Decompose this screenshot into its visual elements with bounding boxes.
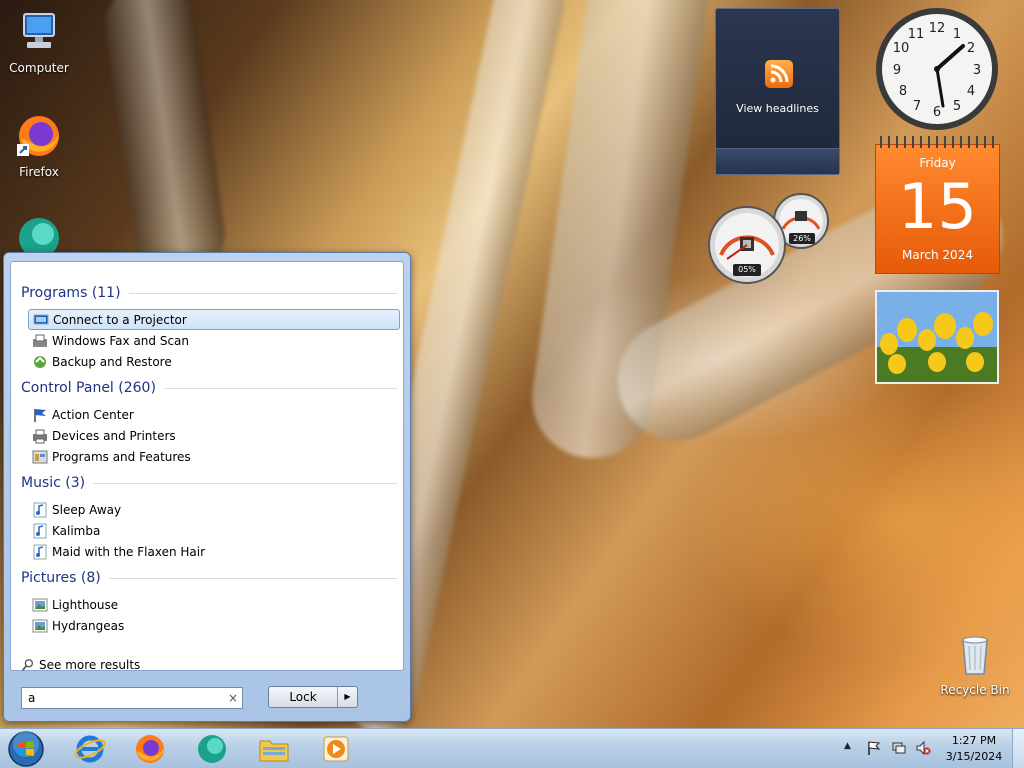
svg-text:11: 11 [908, 27, 925, 42]
calendar-month-year: March 2024 [902, 248, 973, 262]
firefox-icon [136, 735, 164, 763]
taskbar-file-explorer[interactable] [256, 731, 292, 767]
result-windows-fax-and-scan[interactable]: Windows Fax and Scan [28, 330, 400, 351]
lock-button-label[interactable]: Lock [269, 687, 337, 707]
gadget-footer [716, 148, 839, 174]
result-action-center[interactable]: Action Center [28, 404, 400, 425]
svg-text:2: 2 [967, 41, 975, 56]
internet-explorer-icon [74, 735, 106, 763]
svg-text:4: 4 [967, 84, 975, 99]
result-maid-with-the-flaxen-hair[interactable]: Maid with the Flaxen Hair [28, 541, 400, 562]
svg-text:5: 5 [953, 99, 961, 114]
result-hydrangeas[interactable]: Hydrangeas [28, 615, 400, 636]
svg-text:12: 12 [929, 21, 946, 36]
svg-text:10: 10 [893, 41, 910, 56]
show-desktop-button[interactable] [1012, 729, 1024, 768]
music-file-icon [33, 523, 47, 538]
taskbar: ▲ 1:27 PM 3/15/2024 [0, 728, 1024, 768]
result-connect-to-projector[interactable]: Connect to a Projector [28, 309, 400, 330]
taskbar-firefox[interactable] [132, 731, 168, 767]
view-headlines-label: View headlines [736, 102, 819, 115]
group-title: Programs (11) [21, 285, 121, 301]
results-group-programs: Programs (11) [21, 283, 397, 303]
picture-file-icon [32, 598, 48, 611]
printer-icon [33, 429, 47, 443]
desktop-icon-firefox[interactable]: Firefox [1, 112, 77, 179]
results-group-music: Music (3) [21, 473, 397, 493]
taskbar-date: 3/15/2024 [945, 750, 1003, 763]
recycle-bin-icon [962, 636, 988, 675]
programs-icon [32, 450, 48, 463]
flag-icon [34, 408, 46, 422]
desktop-icon-recycle-bin[interactable]: Recycle Bin [937, 630, 1013, 697]
calendar-weekday: Friday [919, 156, 956, 170]
action-center-flag-icon[interactable] [866, 740, 882, 756]
wallpaper-streak [99, 0, 231, 285]
svg-text:9: 9 [893, 63, 901, 78]
result-lighthouse[interactable]: Lighthouse [28, 594, 400, 615]
result-kalimba[interactable]: Kalimba [28, 520, 400, 541]
result-backup-and-restore[interactable]: Backup and Restore [28, 351, 400, 372]
clear-search-icon[interactable]: × [228, 691, 238, 705]
result-devices-and-printers[interactable]: Devices and Printers [28, 425, 400, 446]
music-file-icon [33, 544, 47, 559]
group-title: Pictures (8) [21, 570, 101, 586]
show-hidden-icons-icon[interactable]: ▲ [844, 741, 851, 751]
calendar-day: 15 [898, 170, 977, 243]
start-search-input[interactable] [28, 691, 218, 705]
power-options-arrow-icon[interactable]: ▶ [337, 687, 357, 707]
results-group-control-panel: Control Panel (260) [21, 378, 397, 398]
tulips-photo [877, 292, 997, 382]
slideshow-gadget[interactable] [875, 290, 999, 384]
svg-text:6: 6 [933, 105, 941, 120]
start-menu: Programs (11) Connect to a Projector Win… [3, 252, 411, 722]
result-sleep-away[interactable]: Sleep Away [28, 499, 400, 520]
svg-text:3: 3 [973, 63, 981, 78]
taskbar-clock[interactable]: 1:27 PM 3/15/2024 [942, 733, 1006, 765]
rss-icon [765, 60, 793, 88]
result-programs-and-features[interactable]: Programs and Features [28, 446, 400, 467]
svg-text:8: 8 [899, 84, 907, 99]
taskbar-time: 1:27 PM [951, 734, 997, 747]
cpu-meter-gadget[interactable]: 05% 26% [707, 193, 831, 285]
calendar-binding [880, 136, 995, 148]
projector-icon [33, 314, 49, 324]
desktop-icon-label: Firefox [19, 165, 59, 179]
group-title: Control Panel (260) [21, 380, 156, 396]
analog-clock-face: 12 12 345 678 91011 [876, 8, 998, 130]
start-search-box[interactable]: × [21, 687, 243, 709]
see-more-results-link[interactable]: See more results [21, 658, 140, 672]
calendar-gadget[interactable]: Friday 15 March 2024 [875, 136, 1000, 274]
desktop-icon-label: Computer [9, 61, 69, 75]
clock-gadget[interactable]: 12 1 2 345 678 9 10 11 [874, 6, 1000, 132]
group-title: Music (3) [21, 475, 86, 491]
media-player-icon [323, 736, 349, 762]
search-results-pane: Programs (11) Connect to a Projector Win… [10, 261, 404, 672]
desktop-icon-computer[interactable]: Computer [1, 8, 77, 75]
desktop-icon-label: Recycle Bin [940, 683, 1010, 697]
svg-text:7: 7 [913, 99, 921, 114]
taskbar-edge[interactable] [194, 731, 230, 767]
windows-orb-icon [8, 731, 44, 767]
cpu-usage-readout: 05% [738, 265, 756, 274]
network-icon[interactable] [891, 740, 907, 756]
svg-text:1: 1 [953, 27, 961, 42]
picture-file-icon [32, 619, 48, 632]
volume-muted-icon[interactable] [915, 740, 931, 756]
taskbar-media-player[interactable] [318, 731, 354, 767]
backup-icon [34, 355, 46, 368]
results-group-pictures: Pictures (8) [21, 568, 397, 588]
music-file-icon [33, 502, 47, 517]
computer-icon [23, 13, 55, 48]
edge-icon [198, 735, 226, 763]
feed-headlines-gadget[interactable]: View headlines [715, 8, 840, 175]
lock-button[interactable]: Lock ▶ [268, 686, 358, 708]
file-explorer-icon [259, 740, 289, 762]
firefox-icon [17, 116, 59, 156]
fax-icon [33, 334, 47, 347]
search-icon [22, 659, 34, 671]
memory-usage-readout: 26% [793, 234, 811, 243]
start-button[interactable] [4, 730, 48, 768]
taskbar-internet-explorer[interactable] [72, 731, 108, 767]
